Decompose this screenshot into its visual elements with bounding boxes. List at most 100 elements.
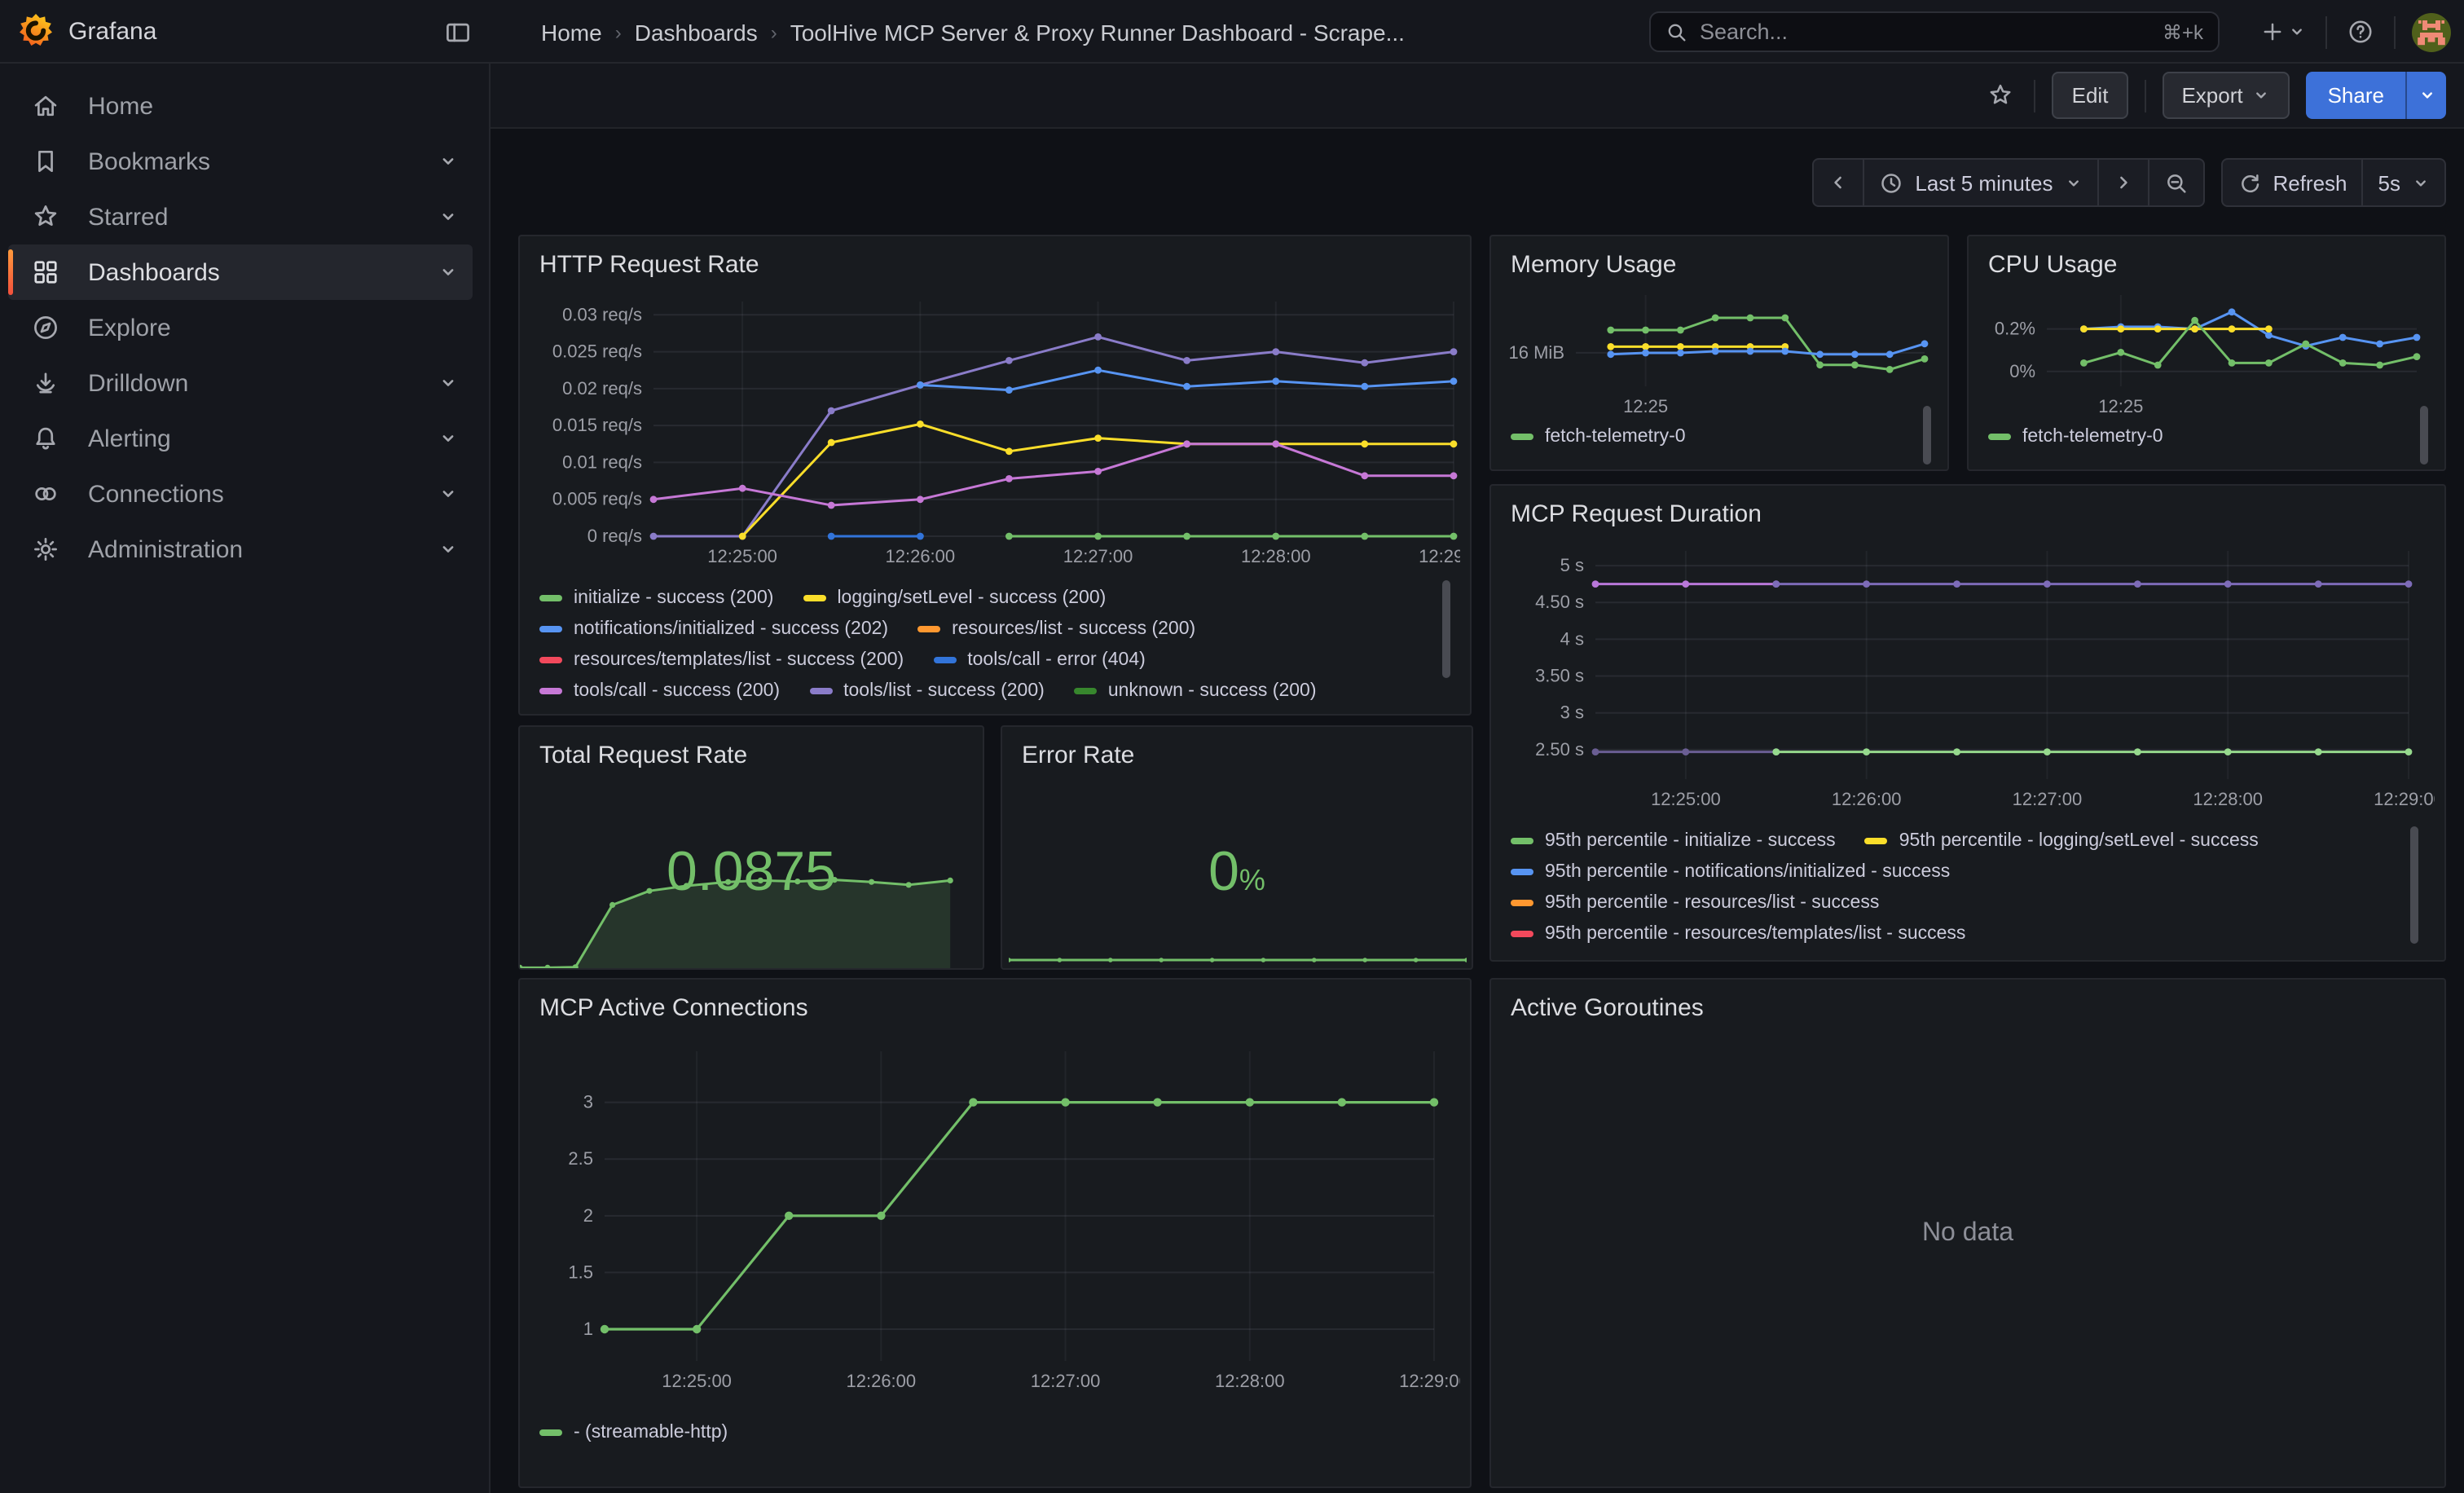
svg-text:0.015 req/s: 0.015 req/s [552, 415, 642, 435]
sidebar-item-drilldown[interactable]: Drilldown [8, 355, 473, 411]
time-shift-back-button[interactable] [1814, 160, 1863, 205]
legend-swatch [1074, 688, 1097, 694]
brand[interactable]: Grafana [0, 13, 156, 49]
legend-item[interactable]: 95th percentile - resources/templates/li… [1511, 924, 1965, 944]
sidebar-item-home[interactable]: Home [8, 78, 473, 134]
memory-legend: fetch-telemetry-0 [1511, 427, 1885, 463]
legend-label: tools/list - success (200) [843, 681, 1045, 701]
sidebar-item-alerting[interactable]: Alerting [8, 411, 473, 466]
svg-text:0.2%: 0.2% [1995, 319, 2035, 339]
memory-usage-chart[interactable]: 12:2516 MiB [1504, 282, 1938, 419]
legend-item[interactable]: 95th percentile - logging/setLevel - suc… [1865, 831, 2259, 851]
legend-swatch [539, 626, 562, 632]
sidebar-toggle-button[interactable] [438, 13, 477, 52]
sidebar-item-administration[interactable]: Administration [8, 522, 473, 577]
panel-active-goroutines[interactable]: Active Goroutines No data [1489, 978, 2446, 1488]
legend-item[interactable]: resources/templates/list - success (200) [539, 650, 904, 670]
legend-scrollbar[interactable] [2420, 406, 2428, 465]
time-range-picker[interactable]: Last 5 minutes [1863, 160, 2097, 205]
sidebar-item-dashboards[interactable]: Dashboards [8, 244, 473, 300]
breadcrumb-dashboards[interactable]: Dashboards [635, 19, 758, 45]
svg-text:4.50 s: 4.50 s [1535, 592, 1584, 612]
panel-cpu-usage[interactable]: CPU Usage 12:250.2%0% fetch-telemetry-0 [1967, 235, 2446, 471]
svg-text:0%: 0% [2009, 361, 2035, 381]
mcp-request-duration-chart[interactable]: 12:25:0012:26:0012:27:0012:28:0012:29:00… [1504, 535, 2435, 821]
sidebar-item-connections[interactable]: Connections [8, 466, 473, 522]
legend-item[interactable]: notifications/initialized - success (202… [539, 619, 888, 639]
cpu-usage-chart[interactable]: 12:250.2%0% [1982, 282, 2433, 419]
breadcrumb-current[interactable]: ToolHive MCP Server & Proxy Runner Dashb… [790, 19, 1405, 45]
sidebar-item-label: Home [88, 92, 473, 120]
legend-scrollbar[interactable] [1442, 580, 1450, 678]
svg-text:12:28:00: 12:28:00 [1241, 546, 1311, 566]
legend-item[interactable]: 95th percentile - notifications/initiali… [1511, 862, 1950, 882]
legend-item[interactable]: unknown - success (200) [1074, 681, 1317, 701]
panel-title: MCP Request Duration [1511, 500, 1762, 528]
user-avatar[interactable] [2412, 12, 2451, 51]
search-input[interactable]: Search... ⌘+k [1649, 11, 2220, 52]
time-shift-forward-button[interactable] [2097, 160, 2147, 205]
time-controls: Last 5 minutes Refresh [1812, 158, 2446, 207]
legend-item[interactable]: fetch-telemetry-0 [1511, 427, 1686, 447]
svg-text:3 s: 3 s [1560, 702, 1584, 723]
panel-title: CPU Usage [1988, 251, 2117, 279]
refresh-interval-picker[interactable]: 5s [2362, 160, 2444, 205]
svg-text:12:26:00: 12:26:00 [847, 1371, 917, 1391]
favorite-button[interactable] [1984, 74, 2018, 117]
sidebar-item-bookmarks[interactable]: Bookmarks [8, 134, 473, 189]
refresh-label: Refresh [2273, 170, 2347, 195]
http-request-rate-chart[interactable]: 12:25:0012:26:0012:27:0012:28:0012:29:00… [533, 288, 1460, 579]
panel-memory-usage[interactable]: Memory Usage 12:2516 MiB fetch-telemetry… [1489, 235, 1949, 471]
active-indicator [8, 249, 13, 295]
svg-text:12:25:00: 12:25:00 [707, 546, 777, 566]
top-bar: Grafana Home › Dashboards › ToolHive MCP… [0, 0, 2464, 64]
legend-item[interactable]: initialize - success (200) [539, 588, 773, 608]
legend-swatch [1511, 838, 1533, 844]
sidebar-item-starred[interactable]: Starred [8, 189, 473, 244]
panel-error-rate[interactable]: Error Rate 0% [1001, 725, 1473, 970]
panel-total-request-rate[interactable]: Total Request Rate 0.0875 [518, 725, 984, 970]
error-rate-unit: % [1239, 864, 1265, 896]
error-rate-sparkline[interactable] [1009, 945, 1467, 965]
legend-swatch [809, 688, 832, 694]
sidebar-item-explore[interactable]: Explore [8, 300, 473, 355]
chevron-down-icon [438, 484, 458, 504]
legend-item[interactable]: tools/call - error (404) [933, 650, 1146, 670]
legend-item[interactable]: fetch-telemetry-0 [1988, 427, 2163, 447]
legend-swatch [539, 595, 562, 601]
legend-item[interactable]: tools/call - success (200) [539, 681, 780, 701]
new-button[interactable] [2257, 11, 2309, 53]
export-button[interactable]: Export [2162, 72, 2290, 119]
zoom-out-button[interactable] [2147, 160, 2202, 205]
panel-http-request-rate[interactable]: HTTP Request Rate 12:25:0012:26:0012:27:… [518, 235, 1472, 716]
breadcrumb-separator: › [615, 20, 622, 43]
edit-button[interactable]: Edit [2053, 72, 2128, 119]
dashboard-canvas: Last 5 minutes Refresh [491, 129, 2464, 1493]
breadcrumb-home[interactable]: Home [541, 19, 602, 45]
legend-label: unknown - success (200) [1108, 681, 1317, 701]
legend-item[interactable]: 95th percentile - initialize - success [1511, 831, 1836, 851]
panel-mcp-request-duration[interactable]: MCP Request Duration 12:25:0012:26:0012:… [1489, 484, 2446, 962]
legend-label: initialize - success (200) [574, 588, 773, 608]
legend-item[interactable]: - (streamable-http) [539, 1423, 728, 1442]
legend-swatch [1511, 869, 1533, 875]
time-range-group: Last 5 minutes [1812, 158, 2204, 207]
legend-item[interactable]: logging/setLevel - success (200) [803, 588, 1106, 608]
panel-title: Memory Usage [1511, 251, 1676, 279]
star-outline-icon [1987, 81, 2015, 109]
panel-title: Error Rate [1022, 742, 1134, 769]
help-button[interactable] [2343, 11, 2378, 53]
share-button[interactable]: Share [2307, 72, 2405, 119]
mcp-active-connections-chart[interactable]: 12:25:0012:26:0012:27:0012:28:0012:29:00… [533, 1032, 1460, 1413]
panel-mcp-active-connections[interactable]: MCP Active Connections 12:25:0012:26:001… [518, 978, 1472, 1488]
legend-scrollbar[interactable] [1923, 406, 1931, 465]
legend-swatch [1511, 434, 1533, 440]
legend-item[interactable]: 95th percentile - resources/list - succe… [1511, 893, 1879, 913]
sidebar-item-label: Alerting [88, 425, 438, 452]
legend-scrollbar[interactable] [2410, 826, 2418, 944]
refresh-button[interactable]: Refresh [2222, 160, 2361, 205]
share-menu-button[interactable] [2405, 72, 2446, 119]
legend-item[interactable]: resources/list - success (200) [917, 619, 1195, 639]
time-range-label: Last 5 minutes [1915, 170, 2053, 195]
legend-item[interactable]: tools/list - success (200) [809, 681, 1045, 701]
